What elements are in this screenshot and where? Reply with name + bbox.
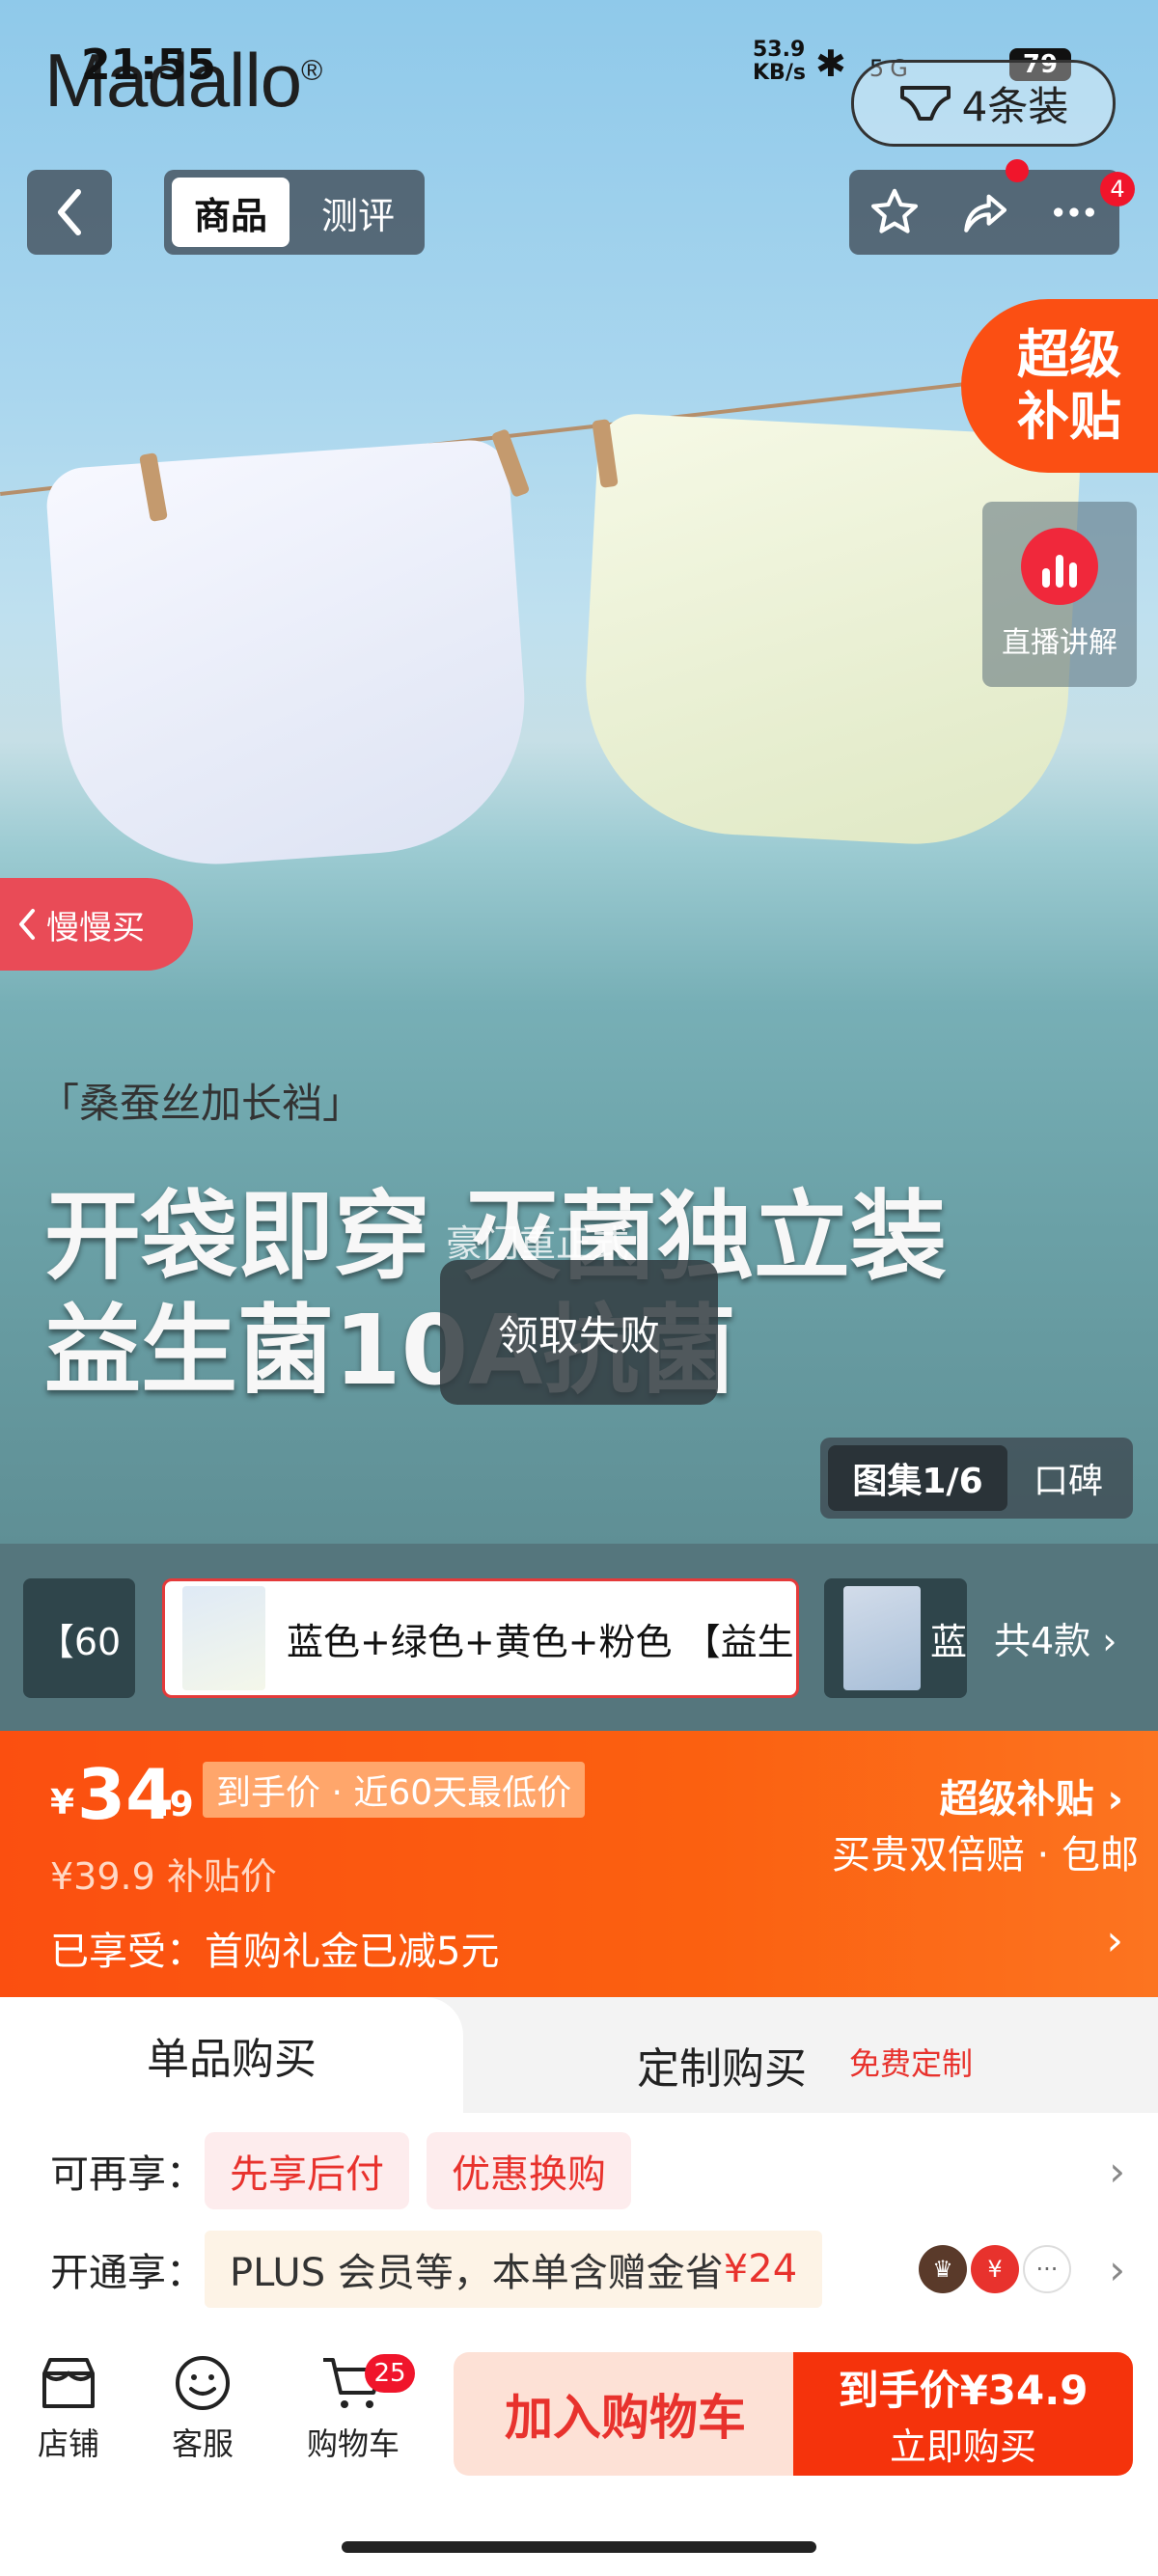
toast-hint: 豪门重正式 xyxy=(446,1222,630,1265)
chevron-right-icon[interactable]: › xyxy=(1106,1916,1123,1965)
more-icon[interactable] xyxy=(1047,185,1101,239)
tab-single-purchase[interactable]: 单品购买 xyxy=(0,1997,463,2113)
plus-offer[interactable]: PLUS 会员等，本单含赠金省 ¥24 xyxy=(205,2231,823,2308)
store-button[interactable]: 店铺 xyxy=(37,2354,100,2464)
gallery-switch: 图集1/6 口碑 xyxy=(820,1438,1133,1519)
super-subsidy-badge[interactable]: 超级 补贴 xyxy=(961,299,1158,473)
variant-item-prev[interactable]: 【60 xyxy=(23,1578,135,1698)
plus-label: 开通享： xyxy=(50,2251,205,2295)
chevron-right-icon: › xyxy=(1109,2147,1125,2195)
subsidy-guarantee: 买贵双倍赔 · 包邮 xyxy=(831,1833,1139,1877)
network-speed: 53.9 KB/s xyxy=(753,38,806,85)
custom-free-tag: 免费定制 xyxy=(849,2045,974,2082)
gallery-tab-reviews[interactable]: 口碑 xyxy=(1015,1445,1121,1511)
cart-badge: 25 xyxy=(365,2354,415,2393)
chevron-right-icon: › xyxy=(1109,2245,1125,2293)
chevron-left-icon xyxy=(58,189,81,235)
slow-buy-tab[interactable]: 慢慢买 xyxy=(0,878,193,971)
home-indicator[interactable] xyxy=(342,2541,816,2553)
smiley-icon xyxy=(176,2356,230,2410)
service-button[interactable]: 客服 xyxy=(172,2354,234,2464)
pay-later-chip[interactable]: 先享后付 xyxy=(205,2132,409,2209)
variant-thumbnail xyxy=(843,1586,921,1690)
slow-buy-label: 慢慢买 xyxy=(46,908,145,947)
buy-now-label: 立即购买 xyxy=(889,2425,1036,2468)
variant-count[interactable]: 共4款 › xyxy=(994,1611,1117,1664)
perks-label: 可再享： xyxy=(50,2152,205,2197)
more-badge: 4 xyxy=(1100,172,1135,206)
gallery-tab-images[interactable]: 图集1/6 xyxy=(828,1445,1007,1511)
star-icon[interactable] xyxy=(868,185,922,239)
trade-in-chip[interactable]: 优惠换购 xyxy=(427,2132,631,2209)
price-tag: 到手价 · 近60天最低价 xyxy=(203,1762,586,1818)
share-notification-dot xyxy=(1006,159,1029,182)
header-actions xyxy=(849,170,1119,255)
hero-tagline: 「桑蚕丝加长裆」 xyxy=(39,1080,364,1127)
header-tabs: 商品 测评 xyxy=(164,170,425,255)
store-icon xyxy=(42,2358,95,2408)
cart-label: 购物车 xyxy=(307,2425,400,2462)
share-icon[interactable] xyxy=(957,185,1011,239)
add-to-cart-button[interactable]: 加入购物车 xyxy=(454,2352,797,2476)
variant-label: 蓝色+绿色+黄色+粉色 【益生 xyxy=(287,1620,794,1663)
variant-thumbnail xyxy=(182,1586,265,1690)
status-time: 21:55 xyxy=(81,41,217,90)
plus-mini-icons: ♛ ¥ ··· xyxy=(919,2245,1071,2293)
underwear-icon xyxy=(899,86,951,121)
price-decimal: .9 xyxy=(156,1785,194,1824)
chevron-left-icon xyxy=(19,909,35,940)
crown-icon: ♛ xyxy=(919,2245,967,2293)
coupon-icon: ¥ xyxy=(971,2245,1019,2293)
variant-label: 蓝 xyxy=(929,1620,967,1663)
tab-custom-purchase[interactable]: 定制购买 xyxy=(637,2034,807,2096)
buy-now-button[interactable]: 到手价¥34.9 立即购买 xyxy=(793,2352,1133,2476)
discount-applied[interactable]: 已享受：首购礼金已减5元 xyxy=(50,1920,499,1976)
back-button[interactable] xyxy=(27,170,112,255)
store-label: 店铺 xyxy=(37,2425,99,2462)
toast-message: 领取失败 xyxy=(440,1260,718,1405)
service-label: 客服 xyxy=(172,2425,234,2462)
price-currency: ¥ xyxy=(50,1783,75,1822)
variant-item-selected[interactable]: 蓝色+绿色+黄色+粉色 【益生 xyxy=(162,1578,799,1698)
price-original: ¥39.9 补贴价 xyxy=(50,1855,277,1898)
live-icon xyxy=(1021,528,1098,605)
super-subsidy-link[interactable]: 超级补贴 › xyxy=(940,1768,1123,1823)
tab-product[interactable]: 商品 xyxy=(172,178,290,247)
plus-row[interactable]: 开通享： PLUS 会员等，本单含赠金省 ¥24 ♛ ¥ ··· › xyxy=(0,2211,1158,2327)
variant-item-next[interactable]: 蓝 xyxy=(824,1578,967,1698)
pack-count-pill[interactable]: 4条装 xyxy=(851,60,1116,147)
live-explain-button[interactable]: 直播讲解 xyxy=(982,502,1137,687)
tab-review[interactable]: 测评 xyxy=(299,178,417,247)
more-icon: ··· xyxy=(1023,2245,1071,2293)
product-photo-white xyxy=(43,437,536,875)
buy-now-price: 到手价¥34.9 xyxy=(838,2367,1089,2414)
live-label: 直播讲解 xyxy=(1002,626,1117,660)
pack-count-label: 4条装 xyxy=(961,82,1069,130)
